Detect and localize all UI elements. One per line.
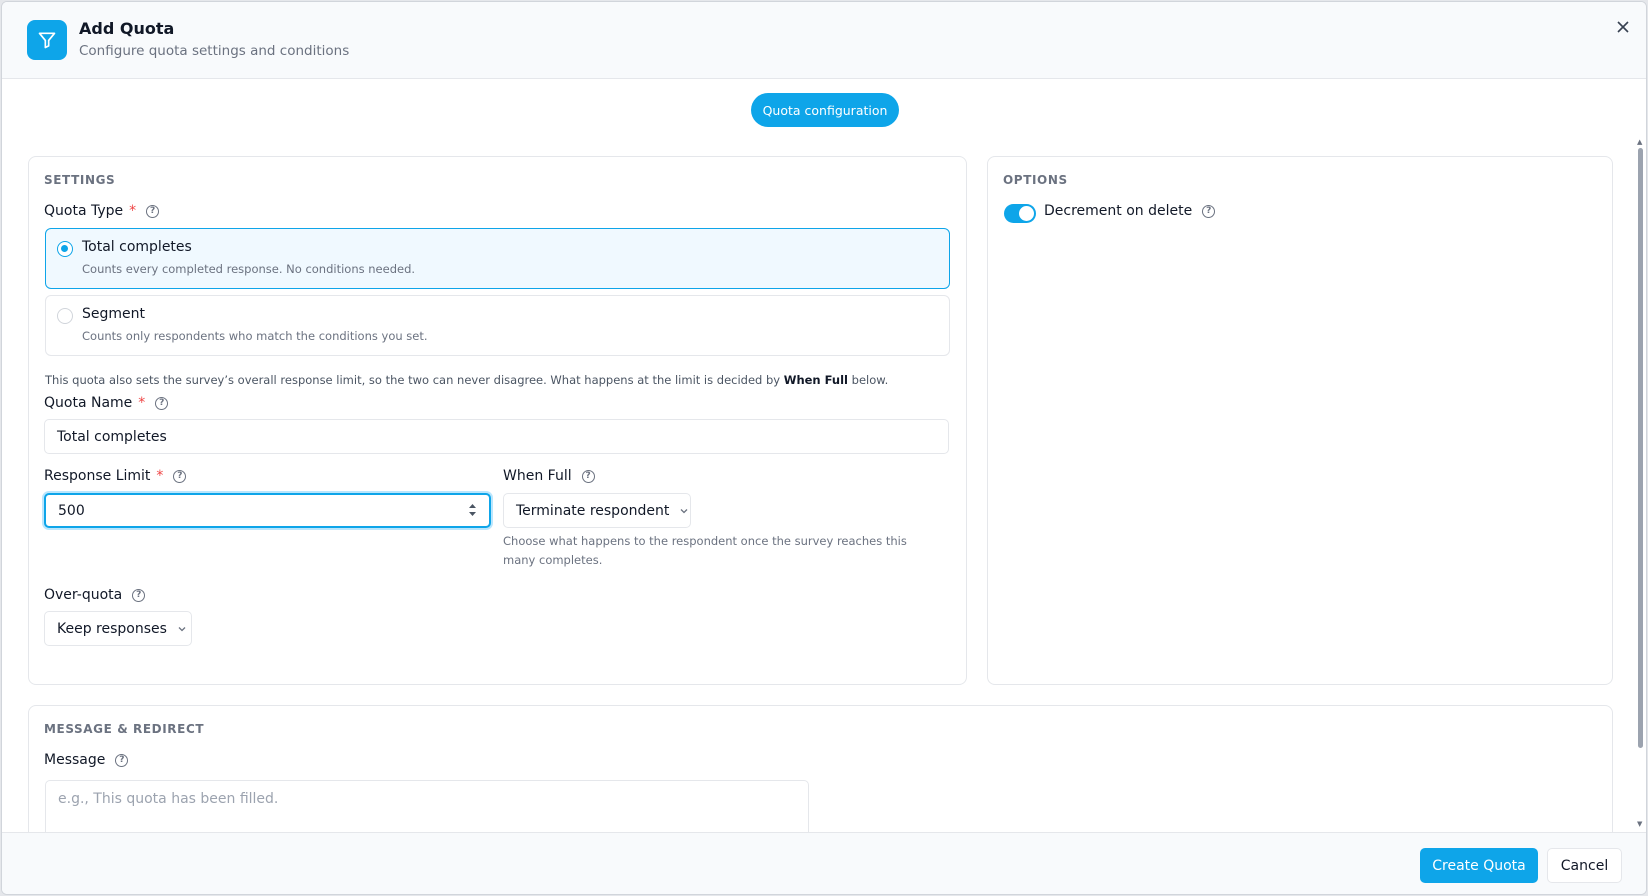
response-limit-input[interactable]: 500	[44, 493, 491, 528]
help-icon[interactable]: ?	[115, 753, 129, 767]
quota-name-input[interactable]: Total completes	[44, 419, 949, 454]
message-redirect-card: MESSAGE & REDIRECT Message ? e.g., This …	[28, 705, 1613, 832]
create-quota-button[interactable]: Create Quota	[1420, 848, 1538, 883]
dialog-footer: Create Quota Cancel	[2, 832, 1646, 894]
quota-type-label-text: Quota Type	[44, 203, 124, 219]
tab-quota-configuration[interactable]: Quota configuration	[751, 93, 899, 127]
decrement-on-delete-label-text: Decrement on delete	[1044, 203, 1193, 219]
dialog-header: Add Quota Configure quota settings and c…	[2, 2, 1646, 79]
filter-icon	[27, 20, 67, 60]
close-icon[interactable]	[1612, 16, 1634, 38]
add-quota-dialog: Add Quota Configure quota settings and c…	[1, 1, 1647, 895]
required-marker: *	[129, 203, 137, 219]
options-section-label: OPTIONS	[1003, 173, 1068, 187]
settings-section-label: SETTINGS	[44, 173, 116, 187]
dialog-subtitle: Configure quota settings and conditions	[79, 43, 350, 59]
dialog-body: Quota configuration SETTINGS Quota Type *…	[2, 80, 1646, 832]
cancel-button[interactable]: Cancel	[1547, 848, 1622, 883]
option-description: Counts only respondents who match the co…	[82, 329, 428, 343]
over-quota-label: Over-quota ?	[44, 587, 146, 603]
radio-button[interactable]	[57, 308, 73, 324]
help-icon[interactable]: ?	[155, 396, 169, 410]
message-label-text: Message	[44, 752, 106, 768]
response-limit-label-text: Response Limit	[44, 468, 151, 484]
required-marker: *	[156, 468, 164, 484]
scrollbar[interactable]: ▲ ▼	[1636, 138, 1644, 828]
when-full-select[interactable]: Terminate respondent	[503, 493, 691, 528]
option-title: Total completes	[82, 239, 192, 255]
option-title: Segment	[82, 306, 145, 322]
over-quota-label-text: Over-quota	[44, 587, 123, 603]
scroll-up-arrow-icon[interactable]: ▲	[1637, 138, 1642, 146]
when-full-hint: Choose what happens to the respondent on…	[503, 534, 907, 567]
help-icon[interactable]: ?	[173, 469, 187, 483]
help-icon[interactable]: ?	[581, 469, 595, 483]
options-card: OPTIONS Decrement on delete ?	[987, 156, 1613, 685]
message-label: Message ?	[44, 752, 129, 768]
when-full-value: Terminate respondent	[516, 502, 670, 519]
note-text-end: below.	[847, 373, 889, 387]
note-emphasis: When Full	[783, 373, 848, 387]
dialog-title: Add Quota	[79, 19, 175, 38]
when-full-label-text: When Full	[503, 468, 572, 484]
stepper-icon[interactable]	[468, 503, 477, 521]
help-icon[interactable]: ?	[132, 588, 146, 602]
response-limit-label: Response Limit * ?	[44, 468, 187, 484]
option-description: Counts every completed response. No cond…	[82, 262, 416, 276]
decrement-on-delete-label: Decrement on delete ?	[1044, 203, 1216, 219]
over-quota-value: Keep responses	[57, 620, 167, 637]
response-limit-value: 500	[58, 502, 85, 519]
note-text: This quota also sets the survey’s overal…	[45, 373, 784, 387]
when-full-label: When Full ?	[503, 468, 595, 484]
decrement-on-delete-toggle[interactable]	[1004, 204, 1036, 223]
chevron-down-icon	[177, 624, 187, 634]
message-textarea[interactable]: e.g., This quota has been filled.	[45, 780, 809, 832]
message-redirect-section-label: MESSAGE & REDIRECT	[44, 722, 205, 736]
quota-type-label: Quota Type * ?	[44, 203, 160, 219]
required-marker: *	[138, 395, 146, 411]
quota-type-option-total-completes[interactable]: Total completes Counts every completed r…	[45, 228, 950, 289]
chevron-down-icon	[679, 506, 689, 516]
scrollbar-thumb[interactable]	[1638, 148, 1643, 748]
settings-card: SETTINGS Quota Type * ? Total completes C…	[28, 156, 967, 685]
quota-type-option-segment[interactable]: Segment Counts only respondents who matc…	[45, 295, 950, 356]
help-icon[interactable]: ?	[1202, 204, 1216, 218]
quota-name-label: Quota Name * ?	[44, 395, 169, 411]
over-quota-select[interactable]: Keep responses	[44, 611, 192, 646]
quota-type-note: This quota also sets the survey’s overal…	[45, 373, 888, 387]
scroll-down-arrow-icon[interactable]: ▼	[1637, 820, 1642, 828]
help-icon[interactable]: ?	[146, 204, 160, 218]
radio-button-selected[interactable]	[57, 241, 73, 257]
quota-name-label-text: Quota Name	[44, 395, 133, 411]
